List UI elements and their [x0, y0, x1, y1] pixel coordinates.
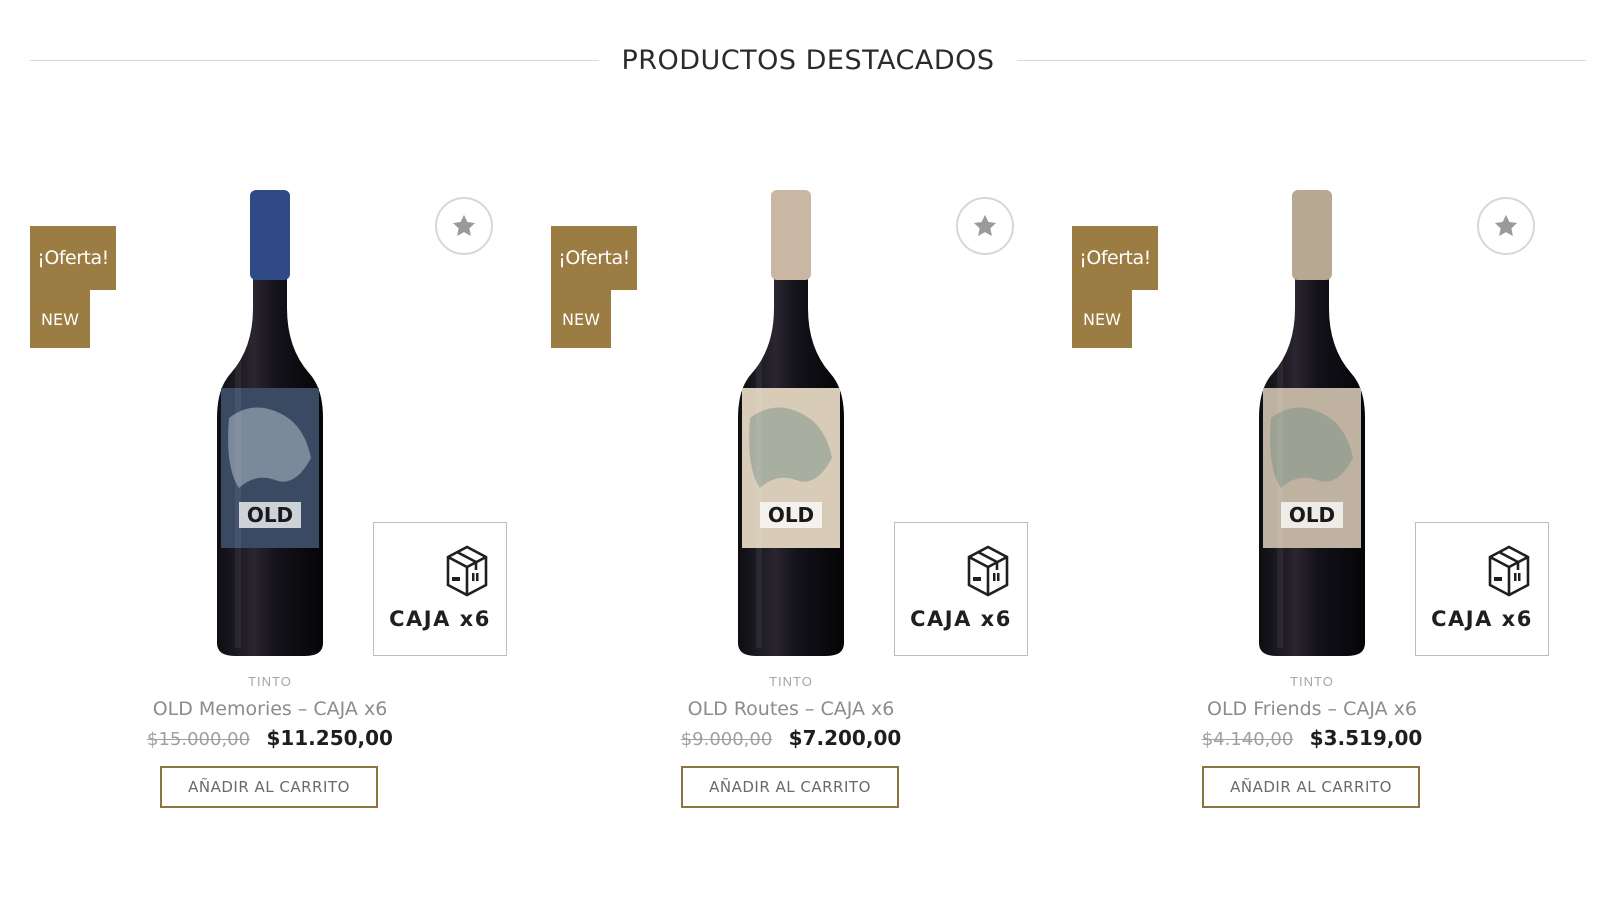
favorite-button[interactable]: [956, 197, 1014, 255]
box-label: CAJA x6: [910, 607, 1012, 631]
product-card-2: ¡Oferta! NEW OLD CAJA x6 TINTO OLD Route…: [551, 180, 1031, 820]
wine-bottle-image: OLD: [217, 190, 323, 656]
sale-price: $7.200,00: [788, 726, 902, 750]
sale-price: $11.250,00: [266, 726, 393, 750]
section-header: PRODUCTOS DESTACADOS: [30, 36, 1586, 84]
product-image-area[interactable]: ¡Oferta! NEW OLD CAJA x6: [551, 180, 1031, 665]
old-price: $15.000,00: [147, 729, 251, 750]
product-image-area[interactable]: ¡Oferta! NEW OLD CAJA x6: [30, 180, 510, 665]
sale-price: $3.519,00: [1309, 726, 1423, 750]
add-to-cart-button[interactable]: AÑADIR AL CARRITO: [160, 766, 378, 808]
favorite-button[interactable]: [435, 197, 493, 255]
product-image-area[interactable]: ¡Oferta! NEW OLD CAJA x6: [1072, 180, 1552, 665]
price-row: $15.000,00 $11.250,00: [30, 726, 510, 750]
old-price: $4.140,00: [1201, 729, 1294, 750]
product-title[interactable]: OLD Memories – CAJA x6: [30, 698, 510, 720]
wine-bottle-image: OLD: [1259, 190, 1365, 656]
box-tag: CAJA x6: [894, 522, 1028, 656]
product-card-1: ¡Oferta! NEW OLD CAJA x6 TINTO OLD Memor…: [30, 180, 510, 820]
product-category[interactable]: TINTO: [1072, 674, 1552, 689]
product-title[interactable]: OLD Routes – CAJA x6: [551, 698, 1031, 720]
svg-text:OLD: OLD: [768, 503, 814, 527]
add-to-cart-button[interactable]: AÑADIR AL CARRITO: [1202, 766, 1420, 808]
new-badge: NEW: [30, 290, 90, 348]
favorite-button[interactable]: [1477, 197, 1535, 255]
sale-badge: ¡Oferta!: [30, 226, 116, 290]
new-badge: NEW: [551, 290, 611, 348]
price-row: $9.000,00 $7.200,00: [551, 726, 1031, 750]
star-icon: [1494, 214, 1518, 237]
sale-badge: ¡Oferta!: [1072, 226, 1158, 290]
box-label: CAJA x6: [1431, 607, 1533, 631]
add-to-cart-button[interactable]: AÑADIR AL CARRITO: [681, 766, 899, 808]
header-rule-right: [1016, 59, 1586, 61]
package-icon: [967, 545, 1009, 597]
product-card-3: ¡Oferta! NEW OLD CAJA x6 TINTO OLD Frien…: [1072, 180, 1552, 820]
box-tag: CAJA x6: [1415, 522, 1549, 656]
svg-text:OLD: OLD: [1289, 503, 1335, 527]
price-row: $4.140,00 $3.519,00: [1072, 726, 1552, 750]
product-category[interactable]: TINTO: [30, 674, 510, 689]
sale-badge: ¡Oferta!: [551, 226, 637, 290]
svg-text:OLD: OLD: [247, 503, 293, 527]
product-title[interactable]: OLD Friends – CAJA x6: [1072, 698, 1552, 720]
star-icon: [452, 214, 476, 237]
product-category[interactable]: TINTO: [551, 674, 1031, 689]
package-icon: [1488, 545, 1530, 597]
box-label: CAJA x6: [389, 607, 491, 631]
wine-bottle-image: OLD: [738, 190, 844, 656]
new-badge: NEW: [1072, 290, 1132, 348]
header-rule-left: [30, 59, 600, 61]
section-title: PRODUCTOS DESTACADOS: [621, 44, 995, 76]
package-icon: [446, 545, 488, 597]
star-icon: [973, 214, 997, 237]
old-price: $9.000,00: [680, 729, 773, 750]
box-tag: CAJA x6: [373, 522, 507, 656]
